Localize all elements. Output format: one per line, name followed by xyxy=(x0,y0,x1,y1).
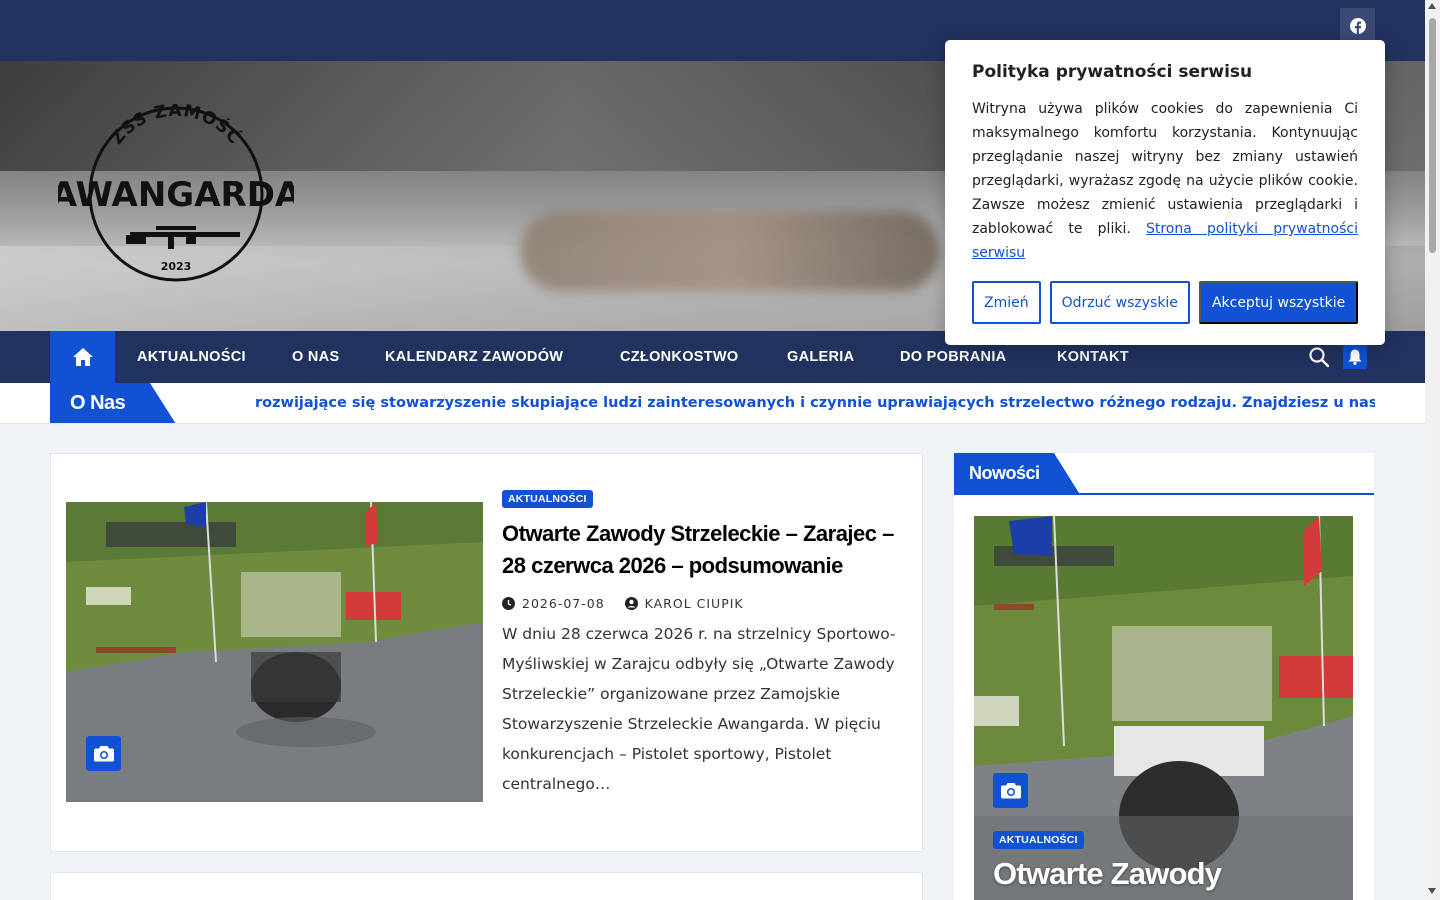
post-excerpt: W dniu 28 czerwca 2026 r. na strzelnicy … xyxy=(502,625,896,793)
sidebar-widget-header: Nowości xyxy=(954,453,1374,495)
sidebar-post-title[interactable]: Otwarte Zawody xyxy=(993,856,1353,892)
nav-item-o-nas[interactable]: O NAS xyxy=(292,331,339,383)
facebook-button[interactable] xyxy=(1340,8,1375,43)
rifle-icon xyxy=(126,226,240,249)
post-date[interactable]: 2026-07-08 xyxy=(522,596,605,611)
logo-year: 2023 xyxy=(161,260,192,273)
scroll-down-icon[interactable] xyxy=(1428,888,1436,894)
sidebar-post-image[interactable]: AKTUALNOŚCI Otwarte Zawody xyxy=(974,516,1353,900)
cookie-reject-button[interactable]: Odrzuć wszyskie xyxy=(1049,281,1190,324)
nav-home-button[interactable] xyxy=(50,331,115,383)
news-ticker: O Nas rozwijające się stowarzyszenie sku… xyxy=(0,383,1425,424)
post-category-badge[interactable]: AKTUALNOŚCI xyxy=(502,490,593,508)
page-scrollbar[interactable] xyxy=(1425,0,1440,900)
scroll-thumb[interactable] xyxy=(1429,18,1436,253)
cookie-title: Polityka prywatności serwisu xyxy=(972,62,1253,82)
notifications-button[interactable] xyxy=(1343,345,1367,369)
cookie-accept-button[interactable]: Akceptuj wszystkie xyxy=(1198,281,1359,324)
post-card xyxy=(50,872,923,900)
post-author[interactable]: KAROL CIUPIK xyxy=(645,596,744,611)
sidebar-widget: AKTUALNOŚCI Otwarte Zawody xyxy=(954,495,1374,900)
nav-item-aktualnosci[interactable]: AKTUALNOŚCI xyxy=(137,331,246,383)
ticker-label: O Nas xyxy=(50,383,176,423)
gallery-button[interactable] xyxy=(86,736,121,771)
search-icon[interactable] xyxy=(1308,346,1330,368)
clock-icon xyxy=(502,597,515,610)
cookie-consent-dialog: Polityka prywatności serwisu Witryna uży… xyxy=(945,40,1385,345)
post-thumbnail[interactable] xyxy=(66,502,483,802)
sidebar-post-category-badge[interactable]: AKTUALNOŚCI xyxy=(993,831,1084,849)
camera-icon xyxy=(1000,783,1021,799)
sidebar-widget-title: Nowości xyxy=(954,453,1079,493)
post-meta: 2026-07-08 KAROL CIUPIK xyxy=(502,596,764,611)
logo-top-text: ZSS ZAMOŚĆ xyxy=(107,104,245,149)
user-icon xyxy=(624,597,638,610)
scroll-up-icon[interactable] xyxy=(1428,3,1436,9)
facebook-icon xyxy=(1349,17,1366,34)
logo-main-text: AWANGARDA xyxy=(58,175,294,215)
ticker-text[interactable]: rozwijające się stowarzyszenie skupiając… xyxy=(255,383,1375,423)
bell-icon xyxy=(1348,349,1362,365)
camera-icon xyxy=(93,746,114,762)
home-icon xyxy=(72,348,93,366)
svg-text:ZSS ZAMOŚĆ: ZSS ZAMOŚĆ xyxy=(107,104,246,149)
post-title[interactable]: Otwarte Zawody Strzeleckie – Zarajec – 2… xyxy=(502,518,912,582)
nav-item-kalendarz[interactable]: KALENDARZ ZAWODÓW xyxy=(385,331,563,383)
post-card: AKTUALNOŚCI Otwarte Zawody Strzeleckie –… xyxy=(50,453,923,852)
site-logo[interactable]: ZSS ZAMOŚĆ AWANGARDA 2023 xyxy=(58,104,294,284)
nav-item-czlonkostwo[interactable]: CZŁONKOSTWO xyxy=(620,331,738,383)
cookie-body: Witryna używa plików cookies do zapewnie… xyxy=(972,101,1358,261)
nav-item-galeria[interactable]: GALERIA xyxy=(787,331,854,383)
gallery-button[interactable] xyxy=(993,773,1028,808)
cookie-change-button[interactable]: Zmień xyxy=(972,281,1041,324)
